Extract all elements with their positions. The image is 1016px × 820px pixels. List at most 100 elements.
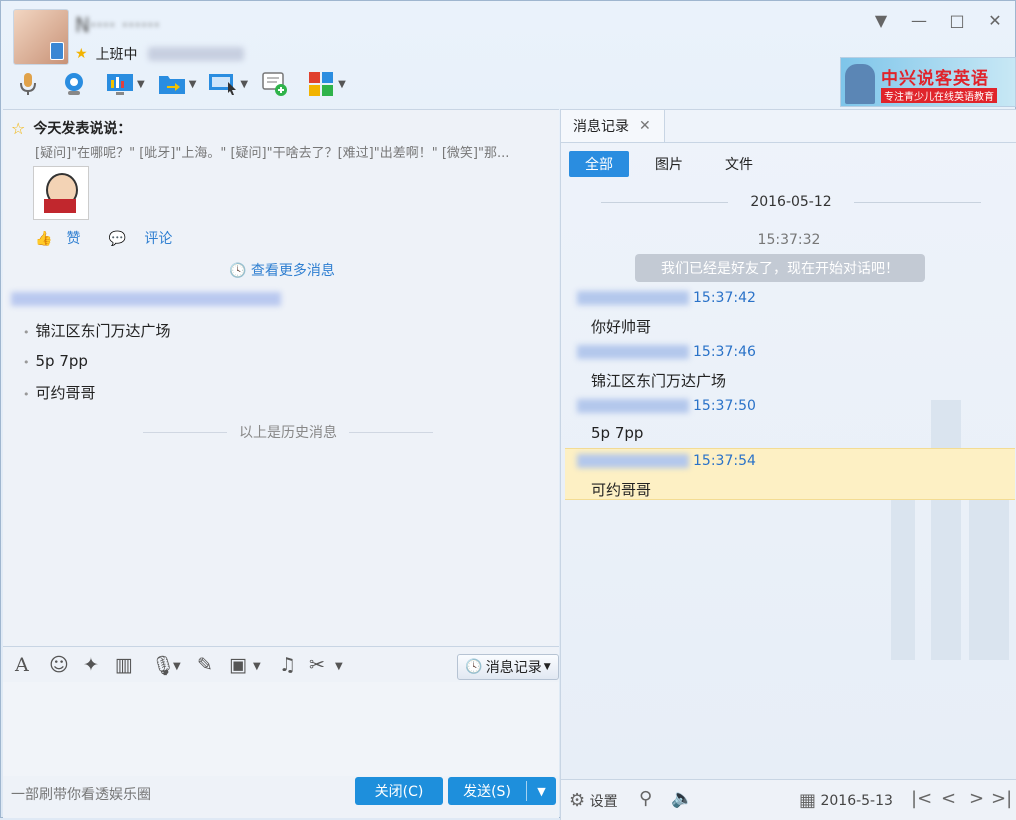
chat-history-pane[interactable]: ☆ 今天发表说说： [疑问]"在哪呢？" [呲牙]"上海。" [疑问]"干啥去了…: [3, 109, 559, 646]
contact-avatar[interactable]: [13, 9, 69, 65]
close-button[interactable]: 关闭(C): [355, 777, 443, 805]
view-more-link[interactable]: 🕓 查看更多消息: [229, 260, 335, 280]
advertisement-banner[interactable]: 中兴说客英语 专注青少儿在线英语教育: [840, 57, 1016, 107]
chevron-down-icon[interactable]: ▼: [137, 79, 145, 90]
ad-person-image: [845, 64, 875, 104]
chevron-down-icon[interactable]: ▼: [527, 785, 556, 798]
contact-name: N···· ······: [75, 13, 160, 37]
group-chat-icon[interactable]: [260, 69, 290, 99]
filter-images[interactable]: 图片: [639, 151, 699, 177]
message-text: 可约哥哥: [591, 481, 652, 499]
previous-page-icon[interactable]: <: [941, 788, 956, 809]
send-separator: [526, 781, 527, 801]
scissors-icon[interactable]: ✂: [309, 654, 325, 676]
apps-icon[interactable]: [306, 69, 336, 99]
search-icon[interactable]: ⚲: [639, 788, 652, 809]
system-message: 我们已经是好友了，现在开始对话吧！: [635, 254, 925, 282]
edit-icon[interactable]: ✎: [197, 654, 213, 676]
settings-button[interactable]: ⚙ 设置: [569, 790, 618, 811]
nudge-icon[interactable]: ✦: [83, 654, 99, 676]
star-icon: ☆: [11, 118, 26, 138]
top-toolbar: ▼ ▼ ▼ ▼: [13, 69, 358, 99]
history-divider-text: 以上是历史消息: [239, 425, 337, 441]
font-icon[interactable]: A: [15, 654, 29, 676]
music-icon[interactable]: ♫: [279, 654, 296, 676]
date-picker-text: 2016-5-13: [820, 792, 893, 809]
bottom-bar: 一部刷带你看透娱乐圈 关闭(C) 发送(S) ▼: [3, 776, 559, 818]
ad-text-link[interactable]: 一部刷带你看透娱乐圈: [11, 784, 151, 804]
cartoon-shirt: [44, 199, 76, 213]
comment-icon: 💬: [108, 231, 126, 247]
chevron-down-icon[interactable]: ▼: [338, 79, 346, 90]
emoji-icon[interactable]: ☺: [49, 654, 69, 676]
voice-icon[interactable]: 🎙: [151, 654, 175, 677]
screen-share-icon[interactable]: [105, 69, 135, 99]
gear-icon: ⚙: [569, 790, 586, 811]
message-history-label: 消息记录: [485, 660, 542, 676]
first-page-icon[interactable]: |<: [911, 788, 932, 809]
chevron-down-icon[interactable]: ▼: [335, 661, 343, 672]
send-label: 发送(S): [463, 784, 511, 800]
sender-blurred: [11, 292, 281, 306]
calendar-icon: ▦: [799, 790, 817, 811]
date-separator: 2016-05-12: [601, 194, 981, 210]
webcam-icon[interactable]: [59, 69, 89, 99]
next-page-icon[interactable]: >: [969, 788, 984, 809]
thumbs-up-icon: 👍: [35, 231, 53, 247]
last-page-icon[interactable]: >|: [991, 788, 1012, 809]
chevron-down-icon[interactable]: ▼: [189, 79, 197, 90]
image-icon[interactable]: ▣: [229, 654, 247, 676]
history-message: 锦江区东门万达广场: [23, 320, 171, 341]
mobile-online-icon: [50, 42, 64, 60]
chevron-down-icon[interactable]: ▼: [240, 79, 248, 90]
sender-blurred: [577, 291, 689, 305]
filter-all[interactable]: 全部: [569, 151, 629, 177]
minimize-icon[interactable]: —: [907, 11, 931, 30]
send-button[interactable]: 发送(S) ▼: [448, 777, 556, 805]
tab-label: 消息记录: [573, 119, 629, 135]
file-transfer-icon[interactable]: [157, 69, 187, 99]
chevron-down-icon: ▼: [543, 662, 551, 672]
star-icon: ★: [75, 46, 88, 62]
record-message-highlighted: 15:37:54 可约哥哥: [565, 448, 1015, 500]
message-time: 15:37:54: [693, 453, 756, 469]
signature-blurred: [147, 47, 244, 61]
dropdown-icon[interactable]: ▼: [869, 11, 893, 30]
sender-blurred: [577, 345, 689, 359]
filter-files[interactable]: 文件: [709, 151, 769, 177]
maximize-icon[interactable]: □: [945, 11, 969, 30]
input-toolbar: A ☺ ✦ ▥ 🎙 ▼ ✎ ▣ ▼ ♫ ✂ ▼ 🕓 消息记录 ▼: [3, 646, 559, 683]
close-icon[interactable]: ✕: [983, 11, 1007, 30]
tab-divider: [561, 142, 1016, 143]
message-time: 15:37:46: [693, 344, 756, 360]
history-message: 5p 7pp: [23, 352, 88, 370]
settings-label: 设置: [589, 793, 618, 810]
close-icon[interactable]: ✕: [639, 118, 651, 134]
microphone-icon[interactable]: [13, 69, 43, 99]
speaker-icon[interactable]: 🔈: [671, 788, 693, 809]
chevron-down-icon[interactable]: ▼: [173, 661, 181, 672]
status-text: 上班中: [95, 47, 138, 63]
message-text: 锦江区东门万达广场: [591, 372, 727, 390]
like-button[interactable]: 👍 赞: [35, 228, 94, 248]
feed-image[interactable]: [33, 166, 89, 220]
date-picker[interactable]: ▦ 2016-5-13: [799, 790, 893, 811]
message-history-button[interactable]: 🕓 消息记录 ▼: [457, 654, 559, 680]
comment-button[interactable]: 💬 评论: [108, 228, 186, 248]
feed-heading-text: 今天发表说说：: [33, 121, 132, 137]
remote-desktop-icon[interactable]: [208, 69, 238, 99]
date-text: 2016-05-12: [750, 194, 832, 210]
message-record-pane[interactable]: 消息记录 ✕ 全部 图片 文件 2016-05-12 15:37:32 我们已经…: [560, 109, 1016, 780]
tab-message-record[interactable]: 消息记录 ✕: [561, 110, 665, 142]
video-clip-icon[interactable]: ▥: [115, 654, 133, 676]
sender-blurred: [577, 399, 689, 413]
ad-title: 中兴说客英语: [881, 69, 989, 89]
chat-window: N···· ······ ★ 上班中 ▼ — □ ✕ ▼ ▼ ▼ ▼ 中兴说客英…: [0, 0, 1016, 820]
timestamp: 15:37:32: [757, 232, 821, 248]
message-input[interactable]: [3, 682, 559, 776]
feed-actions: 👍 赞 💬 评论: [35, 228, 200, 248]
message-text: 5p 7pp: [591, 424, 644, 442]
chevron-down-icon[interactable]: ▼: [253, 661, 261, 672]
clock-icon: 🕓: [229, 263, 247, 279]
message-time: 15:37:42: [693, 290, 756, 306]
